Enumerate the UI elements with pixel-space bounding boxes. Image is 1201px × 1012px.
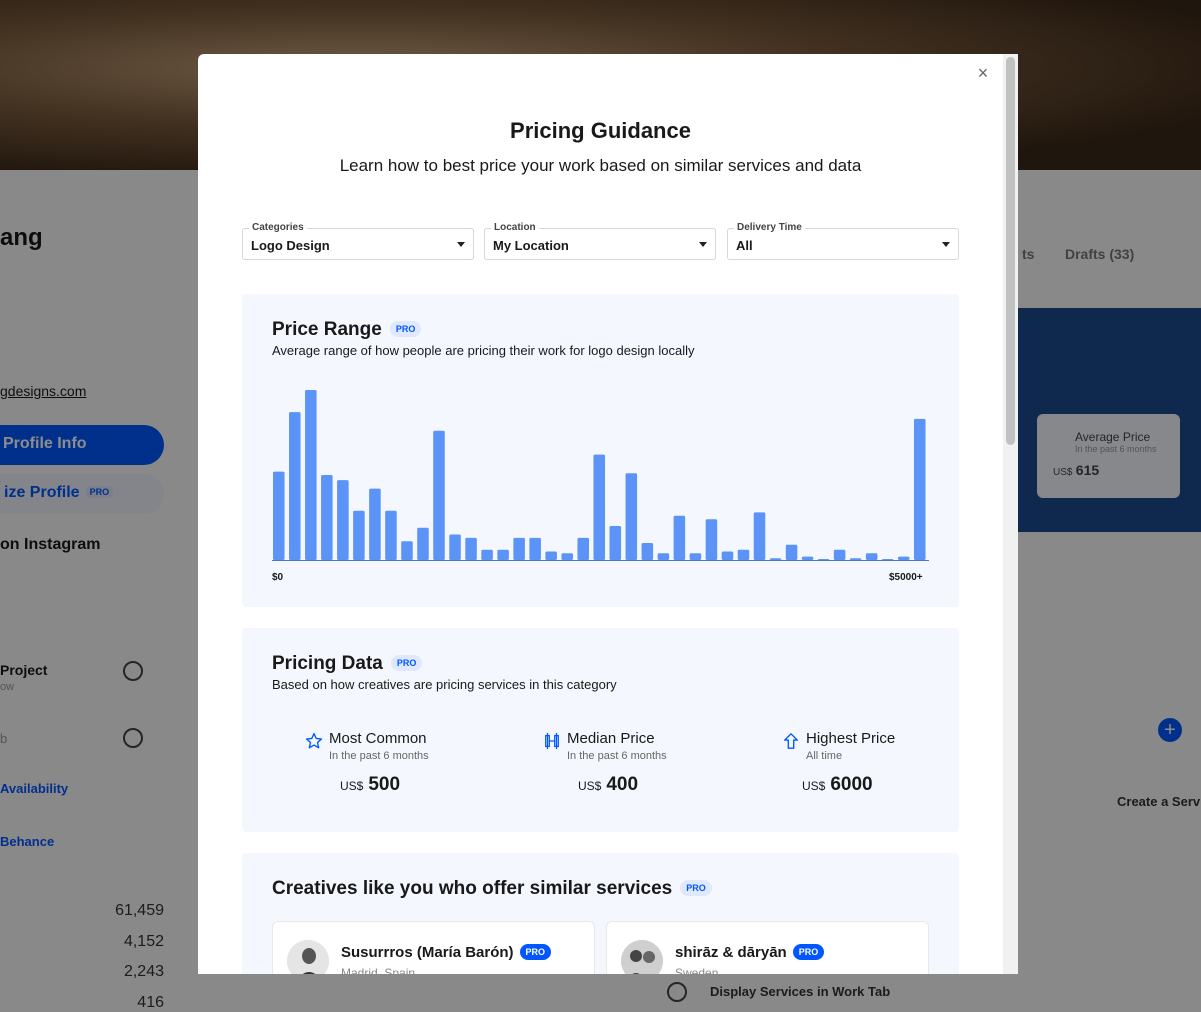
histogram-bar[interactable] — [289, 412, 301, 560]
categories-value: Logo Design — [251, 238, 330, 253]
creative-card[interactable]: shirāz & dāryān PRO Sweden — [606, 921, 929, 974]
histogram-bar[interactable] — [529, 537, 541, 560]
median-icon — [545, 732, 559, 750]
histogram-bar[interactable] — [609, 526, 622, 560]
close-icon[interactable]: × — [972, 62, 994, 84]
avatar-photo-icon — [621, 940, 663, 974]
histogram-bar[interactable] — [577, 537, 589, 560]
histogram-bar[interactable] — [913, 418, 926, 560]
creative-card[interactable]: Susurrros (María Barón) PRO Madrid, Spain — [272, 921, 595, 974]
pricing-data-title: Pricing Data — [272, 653, 383, 674]
histogram-bar[interactable] — [337, 480, 349, 560]
x-axis-start-label: $0 — [272, 572, 284, 583]
creatives-clip: Susurrros (María Barón) PRO Madrid, Spain… — [198, 850, 1003, 974]
histogram-bar[interactable] — [561, 553, 573, 560]
modal-scrollbar-thumb[interactable] — [1006, 57, 1015, 445]
stat-name: Highest Price — [806, 730, 896, 747]
histogram-bar[interactable] — [449, 534, 461, 561]
histogram-bar[interactable] — [625, 473, 638, 560]
histogram-bar[interactable] — [833, 549, 846, 560]
stat-name: Most Common — [329, 730, 427, 747]
histogram-bar[interactable] — [897, 556, 910, 560]
histogram-bar[interactable] — [481, 549, 493, 560]
location-select[interactable]: Location My Location — [484, 222, 716, 260]
categories-label: Categories — [249, 222, 307, 233]
histogram-bar[interactable] — [817, 559, 830, 560]
stat-currency: US$ — [578, 779, 602, 793]
modal-title: Pricing Guidance — [510, 118, 691, 143]
location-label: Location — [491, 222, 539, 233]
histogram-bar[interactable] — [849, 558, 862, 560]
pro-badge: PRO — [519, 944, 552, 960]
location-value: My Location — [493, 238, 569, 253]
delivery-time-value: All — [736, 238, 753, 253]
histogram-bar[interactable] — [865, 553, 878, 560]
creative-name[interactable]: Susurrros (María Barón) — [341, 944, 514, 961]
delivery-time-select[interactable]: Delivery Time All — [727, 222, 959, 260]
histogram-bar[interactable] — [513, 537, 525, 560]
x-axis-end-label: $5000+ — [889, 572, 923, 583]
pro-badge: PRO — [792, 944, 825, 960]
histogram-bar[interactable] — [673, 515, 686, 560]
histogram-bar[interactable] — [545, 551, 557, 561]
categories-select[interactable]: Categories Logo Design — [242, 222, 474, 260]
modal-subtitle: Learn how to best price your work based … — [339, 156, 862, 175]
stat-period: In the past 6 months — [329, 750, 429, 762]
histogram-bar[interactable] — [657, 553, 670, 560]
histogram-bar[interactable] — [273, 471, 285, 560]
pro-badge: PRO — [390, 655, 423, 671]
creative-location: Madrid, Spain — [341, 966, 416, 974]
creative-location: Sweden — [675, 966, 719, 974]
stat-name: Median Price — [567, 730, 655, 747]
creative-name[interactable]: shirāz & dāryān — [675, 944, 787, 961]
histogram-bar[interactable] — [321, 475, 333, 560]
price-range-title: Price Range — [272, 319, 382, 340]
stat-period: In the past 6 months — [567, 750, 667, 762]
price-range-histogram — [272, 390, 929, 561]
histogram-bar[interactable] — [305, 390, 317, 560]
histogram-bar[interactable] — [769, 558, 782, 560]
histogram-bar[interactable] — [593, 454, 606, 560]
histogram-bar[interactable] — [369, 488, 381, 560]
stat-currency: US$ — [802, 779, 826, 793]
price-range-description: Average range of how people are pricing … — [272, 343, 695, 358]
caret-down-icon — [942, 242, 950, 247]
star-icon — [305, 732, 323, 749]
stat-currency: US$ — [340, 779, 364, 793]
histogram-bar[interactable] — [881, 559, 894, 560]
histogram-bar[interactable] — [705, 519, 718, 560]
histogram-bar[interactable] — [721, 551, 734, 561]
avatar[interactable] — [621, 940, 663, 974]
histogram-bar[interactable] — [433, 430, 445, 560]
arrow-up-icon — [784, 733, 798, 749]
histogram-bar[interactable] — [641, 543, 654, 560]
stat-value: 500 — [368, 774, 401, 795]
histogram-bar[interactable] — [353, 510, 365, 560]
stat-value: 6000 — [830, 774, 873, 795]
histogram-bar[interactable] — [801, 556, 814, 560]
histogram-bar[interactable] — [401, 541, 413, 560]
histogram-bar[interactable] — [785, 544, 798, 560]
delivery-time-label: Delivery Time — [734, 222, 805, 233]
histogram-bar[interactable] — [689, 553, 702, 560]
stat-period: All time — [806, 750, 843, 762]
histogram-bar[interactable] — [465, 537, 477, 560]
histogram-bar[interactable] — [497, 549, 509, 560]
histogram-bar[interactable] — [737, 549, 750, 560]
histogram-bar[interactable] — [385, 510, 397, 560]
histogram-bar[interactable] — [753, 512, 766, 560]
pricing-data-description: Based on how creatives are pricing servi… — [272, 677, 617, 692]
caret-down-icon — [457, 242, 465, 247]
histogram-bar[interactable] — [417, 527, 429, 560]
avatar[interactable] — [287, 940, 329, 974]
avatar-photo-icon — [287, 940, 329, 974]
caret-down-icon — [699, 242, 707, 247]
stat-value: 400 — [606, 774, 639, 795]
pro-badge: PRO — [389, 321, 422, 337]
